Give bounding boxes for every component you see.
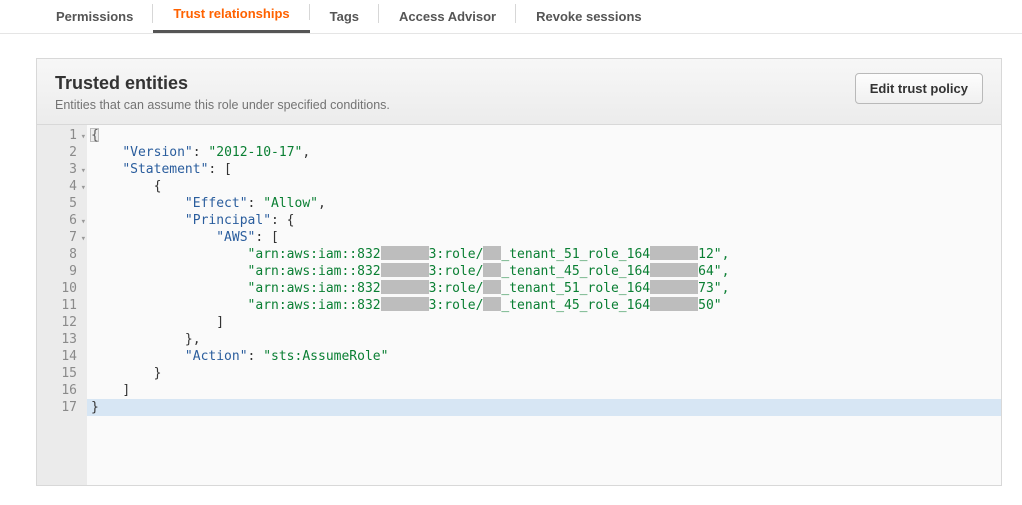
tab-tags[interactable]: Tags — [310, 0, 379, 33]
redacted-mask — [483, 263, 501, 277]
role-tabs: Permissions Trust relationships Tags Acc… — [0, 0, 1022, 34]
line-number-gutter: 1▾ 2 3▾ 4▾ 5 6▾ 7▾ 8 9 10 11 12 13 14 15… — [37, 125, 87, 485]
tab-access-advisor[interactable]: Access Advisor — [379, 0, 516, 33]
redacted-mask — [381, 297, 429, 311]
edit-trust-policy-button[interactable]: Edit trust policy — [855, 73, 983, 104]
tab-label: Trust relationships — [173, 6, 289, 21]
redacted-mask — [483, 280, 501, 294]
redacted-mask — [650, 246, 698, 260]
panel-subtitle: Entities that can assume this role under… — [55, 98, 390, 112]
redacted-mask — [650, 280, 698, 294]
tab-permissions[interactable]: Permissions — [36, 0, 153, 33]
panel-header: Trusted entities Entities that can assum… — [37, 59, 1001, 125]
code-area[interactable]: { "Version": "2012-10-17", "Statement": … — [87, 125, 1001, 485]
redacted-mask — [381, 280, 429, 294]
tab-revoke-sessions[interactable]: Revoke sessions — [516, 0, 662, 33]
cursor-marker — [90, 128, 99, 142]
tab-trust-relationships[interactable]: Trust relationships — [153, 0, 309, 33]
redacted-mask — [483, 246, 501, 260]
policy-json-editor[interactable]: 1▾ 2 3▾ 4▾ 5 6▾ 7▾ 8 9 10 11 12 13 14 15… — [37, 125, 1001, 485]
tab-label: Revoke sessions — [536, 9, 642, 24]
trusted-entities-panel: Trusted entities Entities that can assum… — [36, 58, 1002, 486]
tab-label: Tags — [330, 9, 359, 24]
tab-label: Access Advisor — [399, 9, 496, 24]
tab-label: Permissions — [56, 9, 133, 24]
redacted-mask — [483, 297, 501, 311]
redacted-mask — [650, 297, 698, 311]
redacted-mask — [381, 263, 429, 277]
panel-title: Trusted entities — [55, 73, 390, 94]
redacted-mask — [650, 263, 698, 277]
redacted-mask — [381, 246, 429, 260]
